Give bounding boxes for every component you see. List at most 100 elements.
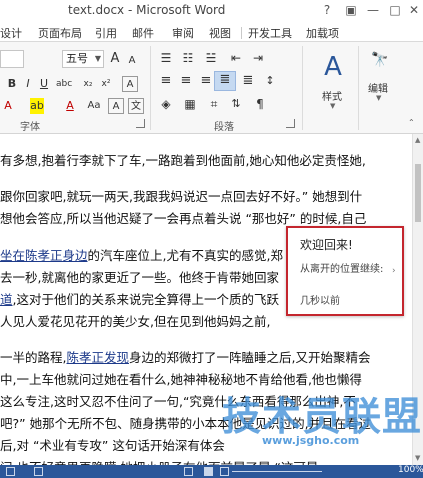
page-status-icon[interactable] (6, 467, 15, 476)
document-line: 人见人爱花见花开的美少女,但在见到他妈妈之前, (0, 314, 271, 329)
multilevel-list-icon[interactable]: ☱ (203, 50, 219, 66)
chinese-layout-icon[interactable]: ⌗ (206, 96, 222, 112)
change-case-icon[interactable]: Aa (86, 98, 102, 114)
styles-label[interactable]: 样式 (322, 88, 342, 103)
align-left-icon[interactable]: ≡ (158, 73, 174, 89)
zoom-slider[interactable] (232, 471, 322, 472)
scroll-down-icon[interactable]: ▼ (415, 454, 420, 462)
popup-time[interactable]: 几秒以前 (300, 292, 340, 307)
highlight-icon[interactable]: ab (30, 98, 44, 114)
welcome-back-popup[interactable]: 欢迎回来! 从离开的位置继续: 几秒以前 › (286, 226, 404, 316)
shading-icon[interactable]: ◈ (158, 96, 174, 112)
line-rest: ,这对于他们的关系来说完全算得上一个质的飞跃 (12, 292, 279, 307)
italic-icon[interactable]: I (20, 76, 36, 92)
popup-subtitle: 从离开的位置继续: (300, 264, 384, 275)
proofing-icon[interactable] (34, 467, 43, 476)
text-link[interactable]: 陈孝正发现 (66, 350, 129, 365)
tab-references[interactable]: 引用 (95, 25, 117, 41)
document-line: 道,这对于他们的关系来说完全算得上一个质的飞跃 (0, 289, 279, 308)
minimize-button[interactable]: — (364, 2, 382, 18)
chevron-down-icon[interactable]: ▼ (330, 102, 335, 110)
justify-icon[interactable]: ≣ (214, 71, 236, 91)
status-bar: 100% (0, 465, 423, 478)
subscript-icon[interactable]: x₂ (80, 76, 96, 92)
bullets-icon[interactable]: ☰ (158, 50, 174, 66)
align-center-icon[interactable]: ≡ (178, 73, 194, 89)
document-line: 问,也不好意思再隐瞒,她把小册子在他面前晃了晃,“这可是 (0, 457, 318, 465)
borders-icon[interactable]: ▦ (182, 96, 198, 112)
text-link[interactable]: 坐在陈孝正身边 (0, 248, 88, 263)
font-settings-icon[interactable]: A (122, 76, 138, 92)
close-button[interactable]: ✕ (405, 2, 423, 18)
group-separator (358, 46, 359, 130)
enclose-char-icon[interactable]: 文 (128, 98, 144, 114)
chevron-down-icon[interactable]: ▼ (376, 94, 381, 102)
line-start: 一半的路程, (0, 350, 67, 365)
font-size-box[interactable]: 五号 ▼ (62, 50, 104, 68)
grow-font-icon[interactable]: A (107, 51, 123, 67)
char-border-icon[interactable]: A (108, 98, 124, 114)
line-rest: 身边的郑微打了一阵瞌睡之后,又开始聚精会 (129, 350, 371, 365)
increase-indent-icon[interactable]: ⇥ (250, 50, 266, 66)
ribbon-tabs: 设计 页面布局 引用 邮件 审阅 视图 开发工具 加载项 (0, 22, 423, 42)
editing-label[interactable]: 编辑 (368, 80, 388, 95)
ribbon: 五号 ▼ A A B I U abc x₂ x² A A ab A Aa A 文… (0, 42, 423, 134)
document-line: 想他会答应,所以当他迟疑了一会再点着头说 “那也好” 的时候,自己 (0, 211, 367, 226)
popup-chevron-icon[interactable]: › (392, 266, 396, 276)
document-line: 去一秒,就离他的家更近了一些。他终于肯带她回家 (0, 270, 279, 285)
strikethrough-icon[interactable]: abc (56, 76, 72, 92)
styles-icon[interactable]: A (320, 52, 346, 82)
ribbon-display-icon[interactable]: ▣ (342, 2, 360, 18)
group-separator (150, 46, 151, 130)
shrink-font-icon[interactable]: A (124, 53, 140, 69)
tab-developer[interactable]: 开发工具 (248, 25, 292, 41)
superscript-icon[interactable]: x² (98, 76, 114, 92)
distributed-icon[interactable]: ≣ (240, 73, 256, 89)
print-layout-icon[interactable] (204, 467, 213, 476)
zoom-level[interactable]: 100% (398, 465, 423, 475)
document-line: 一半的路程,陈孝正发现身边的郑微打了一阵瞌睡之后,又开始聚精会 (0, 347, 370, 366)
sort-icon[interactable]: ⇅ (228, 96, 244, 112)
binoculars-icon[interactable]: 🔭 (370, 52, 390, 72)
scroll-up-icon[interactable]: ▲ (415, 136, 420, 144)
group-separator (302, 46, 303, 130)
numbering-icon[interactable]: ☷ (180, 50, 196, 66)
window-title: text.docx - Microsoft Word (68, 3, 226, 17)
watermark-url: www.jsgho.com (262, 434, 360, 447)
paragraph-group-label: 段落 (214, 122, 234, 133)
tab-review[interactable]: 审阅 (172, 25, 194, 41)
paragraph-dialog-launcher-icon[interactable] (286, 119, 295, 128)
maximize-button[interactable]: □ (386, 2, 404, 18)
tab-design[interactable]: 设计 (0, 25, 22, 41)
align-right-icon[interactable]: ≡ (198, 73, 214, 89)
tab-page-layout[interactable]: 页面布局 (38, 25, 82, 41)
collapse-ribbon-icon[interactable]: ⌃ (408, 118, 415, 127)
read-mode-icon[interactable] (184, 467, 193, 476)
font-group-label: 字体 (20, 122, 40, 133)
text-link[interactable]: 道 (0, 292, 13, 307)
font-color-icon[interactable]: A (62, 98, 78, 114)
document-line: 坐在陈孝正身边的汽车座位上,尤有不真实的感觉,郑 (0, 245, 283, 264)
tab-separator (241, 27, 242, 39)
show-marks-icon[interactable]: ¶ (252, 96, 268, 112)
title-bar: text.docx - Microsoft Word ? ▣ — □ ✕ (0, 0, 423, 22)
document-line: 后,对 “术业有专攻” 这句话开始深有体会 (0, 438, 225, 453)
tab-mailings[interactable]: 邮件 (132, 25, 154, 41)
underline-icon[interactable]: U (36, 76, 52, 92)
font-dialog-launcher-icon[interactable] (136, 119, 145, 128)
font-size-value: 五号 (66, 52, 88, 65)
decrease-indent-icon[interactable]: ⇤ (228, 50, 244, 66)
chevron-down-icon[interactable]: ▼ (95, 51, 101, 67)
tab-view[interactable]: 视图 (209, 25, 231, 41)
line-rest: 的汽车座位上,尤有不真实的感觉,郑 (87, 248, 283, 263)
popup-title: 欢迎回来! (300, 238, 353, 252)
bold-icon[interactable]: B (4, 76, 20, 92)
web-layout-icon[interactable] (220, 467, 229, 476)
scroll-thumb[interactable] (415, 164, 421, 222)
text-effects-icon[interactable]: A (0, 98, 16, 114)
help-icon[interactable]: ? (318, 2, 336, 18)
tab-addins[interactable]: 加载项 (306, 25, 339, 41)
line-spacing-icon[interactable]: ↕ (262, 73, 278, 89)
document-line: 跟你回家吧,就玩一两天,我跟我妈说迟一点回去好不好。” 她想到什 (0, 189, 363, 204)
font-name-box[interactable] (0, 50, 24, 68)
